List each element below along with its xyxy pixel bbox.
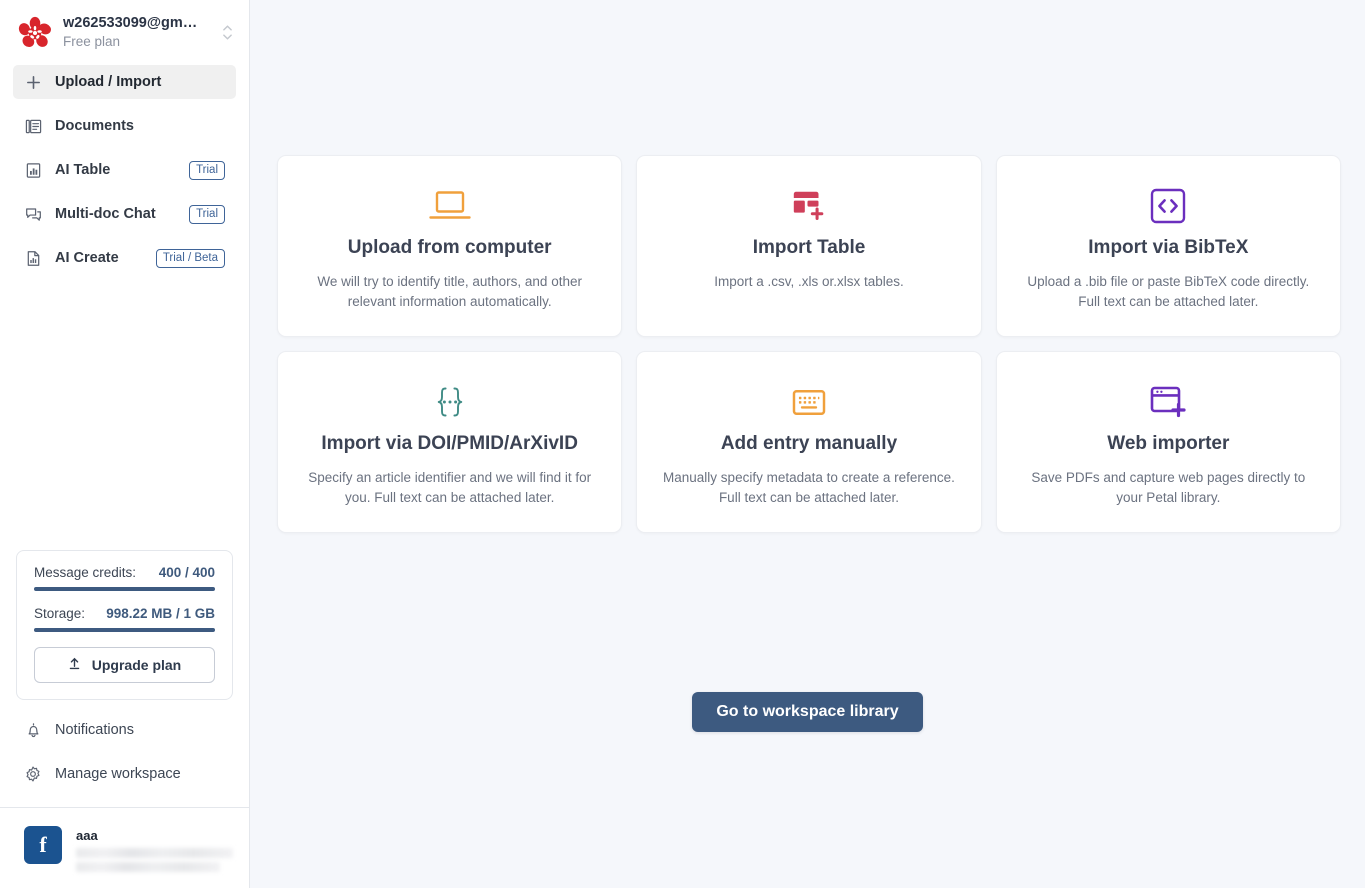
sidebar-item-label: Multi-doc Chat (55, 206, 156, 222)
sidebar-item-label: Documents (55, 118, 134, 134)
documents-icon (24, 117, 42, 135)
card-description: Manually specify metadata to create a re… (663, 470, 955, 505)
laptop-icon (428, 184, 472, 228)
user-details: aaa (76, 826, 233, 872)
message-credits-value: 400 / 400 (158, 565, 215, 580)
primary-nav: Upload / Import Documents AI Table Trial… (0, 61, 249, 285)
status-badge: Trial (189, 160, 225, 180)
chat-bubbles-icon (24, 205, 42, 223)
facebook-icon: f (24, 826, 62, 864)
upgrade-plan-label: Upgrade plan (91, 657, 182, 673)
sidebar-item-label: AI Create (55, 250, 119, 266)
card-import-table[interactable]: Import Table Import a .csv, .xls or.xlsx… (636, 155, 982, 337)
upload-arrow-icon (68, 657, 81, 673)
card-description: We will try to identify title, authors, … (317, 274, 582, 309)
storage-row: Storage: 998.22 MB / 1 GB (34, 606, 215, 621)
card-description: Import a .csv, .xls or.xlsx tables. (714, 274, 904, 289)
card-title: Add entry manually (720, 433, 898, 454)
card-add-entry-manually[interactable]: Add entry manually Manually specify meta… (636, 351, 982, 533)
redacted-user-info-line-2 (76, 862, 221, 872)
card-description: Upload a .bib file or paste BibTeX code … (1027, 274, 1310, 309)
go-to-workspace-library-button[interactable]: Go to workspace library (692, 692, 923, 732)
card-import-bibtex[interactable]: Import via BibTeX Upload a .bib file or … (995, 155, 1341, 337)
avatar-letter: f (39, 832, 47, 857)
redacted-user-info-line-1 (76, 848, 233, 858)
message-credits-label: Message credits: (34, 565, 137, 580)
card-title: Import via BibTeX (1088, 237, 1249, 258)
sidebar-item-upload-import[interactable]: Upload / Import (13, 65, 236, 99)
usage-panel: Message credits: 400 / 400 Storage: 998.… (16, 550, 233, 700)
document-chart-icon (24, 249, 42, 267)
sidebar-item-ai-table[interactable]: AI Table Trial (13, 153, 236, 187)
sidebar-item-label: Notifications (55, 722, 134, 738)
sidebar-item-label: Upload / Import (55, 74, 162, 90)
petal-flower-logo (18, 16, 52, 50)
sidebar-item-notifications[interactable]: Notifications (13, 713, 236, 747)
storage-progress (34, 628, 215, 632)
cta-wrapper: Go to workspace library (250, 692, 1365, 732)
table-chart-icon (24, 161, 42, 179)
sidebar-item-multi-doc-chat[interactable]: Multi-doc Chat Trial (13, 197, 236, 231)
card-upload-from-computer[interactable]: Upload from computer We will try to iden… (277, 155, 623, 337)
status-badge: Trial / Beta (155, 248, 225, 268)
card-title: Import via DOI/PMID/ArXivID (321, 433, 578, 454)
card-title: Upload from computer (347, 237, 552, 258)
curly-braces-icon (430, 380, 470, 424)
gear-icon (24, 765, 42, 783)
status-badge: Trial (189, 204, 225, 224)
browser-plus-icon (1148, 380, 1188, 424)
message-credits-progress (34, 587, 215, 591)
secondary-nav: Notifications Manage workspace (0, 700, 249, 801)
storage-label: Storage: (34, 606, 86, 621)
sidebar-item-documents[interactable]: Documents (13, 109, 236, 143)
import-options-grid-wrapper: Upload from computer We will try to iden… (277, 155, 1341, 533)
plus-icon (24, 73, 42, 91)
sidebar-item-manage-workspace[interactable]: Manage workspace (13, 757, 236, 791)
app-root: w262533099@gm… Free plan Upload / Import (0, 0, 1365, 888)
code-brackets-icon (1148, 184, 1188, 228)
sidebar: w262533099@gm… Free plan Upload / Import (0, 0, 250, 888)
card-web-importer[interactable]: Web importer Save PDFs and capture web p… (995, 351, 1341, 533)
keyboard-icon (790, 380, 828, 424)
message-credits-row: Message credits: 400 / 400 (34, 565, 215, 580)
workspace-name: w262533099@gm… (63, 15, 198, 31)
table-plus-icon (790, 184, 828, 228)
sidebar-item-ai-create[interactable]: AI Create Trial / Beta (13, 241, 236, 275)
main-content: Upload from computer We will try to iden… (250, 0, 1365, 888)
workspace-meta: w262533099@gm… Free plan (63, 14, 208, 51)
card-description: Specify an article identifier and we wil… (308, 470, 592, 505)
bell-icon (24, 721, 42, 739)
card-title: Web importer (1107, 433, 1230, 454)
upgrade-plan-button[interactable]: Upgrade plan (34, 647, 215, 683)
import-options-grid: Upload from computer We will try to iden… (277, 155, 1341, 533)
chevron-up-down-icon[interactable] (219, 25, 235, 40)
card-import-doi-pmid-arxivid[interactable]: Import via DOI/PMID/ArXivID Specify an a… (277, 351, 623, 533)
card-description: Save PDFs and capture web pages directly… (1031, 470, 1306, 505)
user-account-strip[interactable]: f aaa (0, 808, 249, 888)
workspace-switcher[interactable]: w262533099@gm… Free plan (0, 0, 249, 61)
workspace-plan: Free plan (63, 34, 121, 49)
sidebar-item-label: Manage workspace (55, 766, 181, 782)
storage-value: 998.22 MB / 1 GB (106, 606, 215, 621)
card-title: Import Table (752, 237, 866, 258)
user-name: aaa (76, 828, 98, 843)
sidebar-item-label: AI Table (55, 162, 111, 178)
